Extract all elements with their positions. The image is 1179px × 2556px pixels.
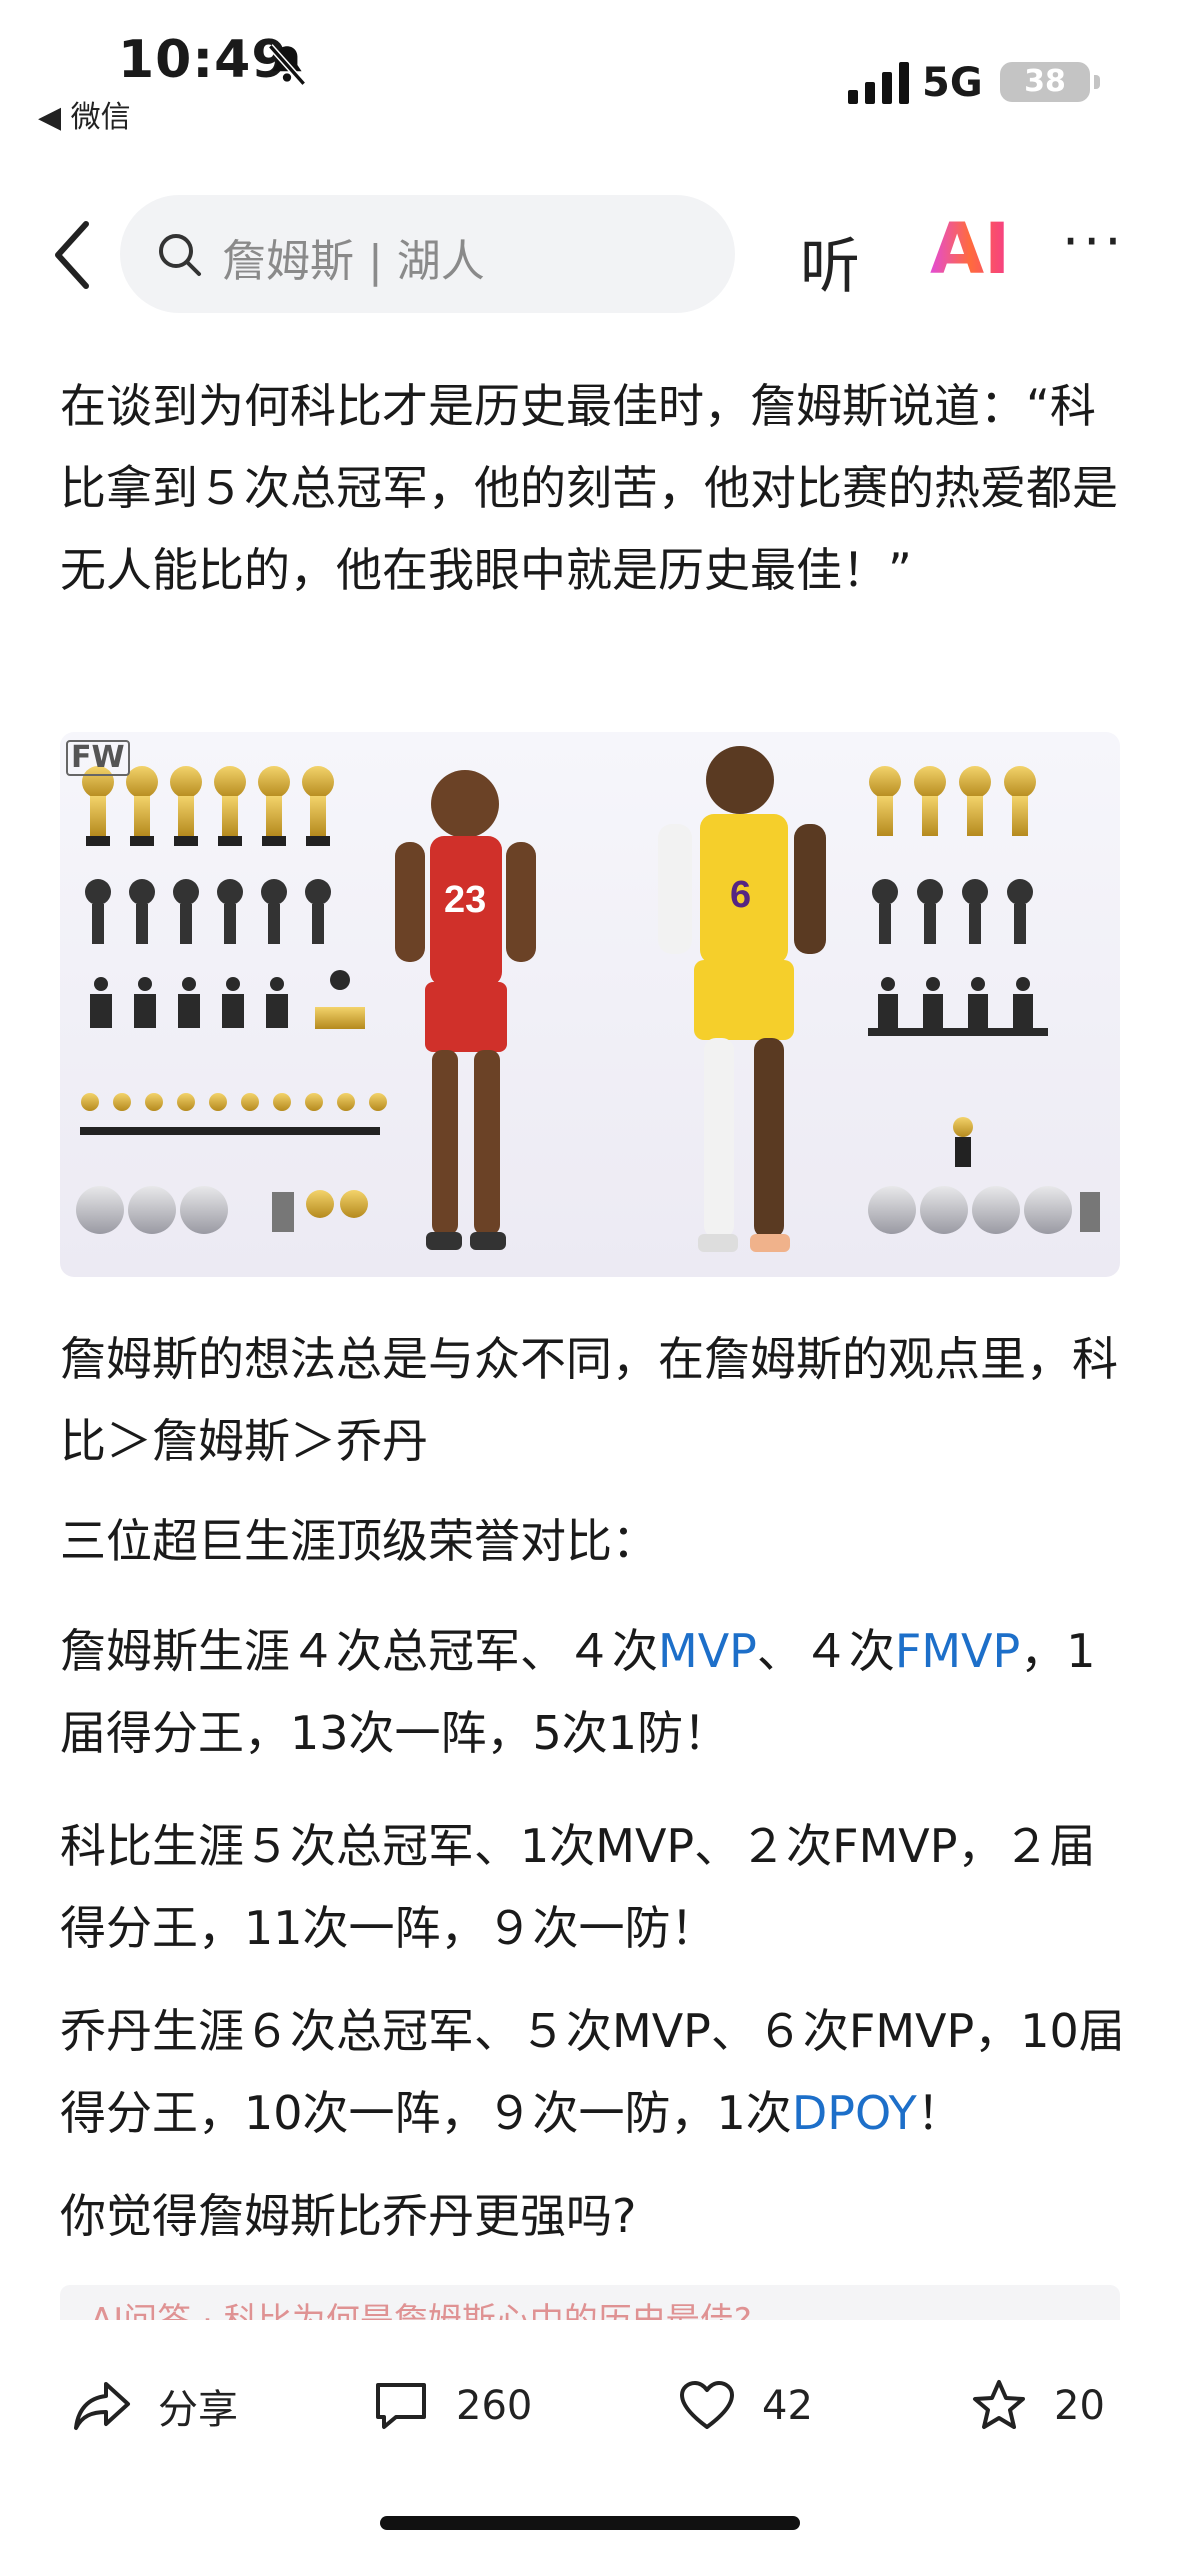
home-indicator[interactable] [380, 2516, 800, 2530]
star-icon [973, 2380, 1025, 2429]
article-paragraph-1: 在谈到为何科比才是历史最佳时，詹姆斯说道：“科比拿到５次总冠军，他的刻苦，他对比… [60, 379, 1118, 597]
search-bar[interactable]: 詹姆斯 | 湖人 [120, 195, 735, 313]
left-mvp-trophies [85, 879, 331, 944]
right-small-trophy [953, 1117, 973, 1167]
like-button[interactable]: 42 [678, 2376, 813, 2436]
right-discs [868, 1186, 1100, 1234]
p6-text-a: 乔丹生涯６次总冠军、５次MVP、６次FMVP，10届得分王，10次一阵，９次一防… [60, 2004, 1125, 2140]
share-icon [74, 2382, 130, 2430]
article-paragraph-5: 科比生涯５次总冠军、1次MVP、２次FMVP，２届得分王，11次一阵，９次一防！ [60, 1819, 1096, 1955]
left-championship-trophies [82, 766, 334, 846]
article-paragraph-2: 詹姆斯的想法总是与众不同，在詹姆斯的观点里，科比＞詹姆斯＞乔丹 [60, 1332, 1118, 1468]
search-query: 詹姆斯 | 湖人 [222, 236, 485, 287]
article-image: 23 6 FW [60, 732, 1120, 1277]
search-icon [159, 234, 201, 276]
left-dpoy-trophies [90, 970, 365, 1029]
comment-icon [376, 2383, 426, 2429]
cellular-signal-icon [848, 62, 909, 104]
p4-text-a: 詹姆斯生涯４次总冠军、４次 [60, 1624, 658, 1678]
related-qa-text: AI问答 · 科比为何是詹姆斯心中的历史最佳? [90, 2301, 752, 2321]
mute-bell-icon [267, 44, 307, 86]
right-mvp-trophies [872, 879, 1033, 944]
network-type: 5G [922, 60, 983, 106]
listen-button[interactable]: 听 [800, 218, 860, 305]
right-dpoy-trophies [868, 977, 1048, 1036]
favorite-count: 20 [1054, 2383, 1105, 2429]
bulls-player-figure: 23 [395, 770, 536, 1250]
mvp-link[interactable]: MVP [658, 1624, 757, 1678]
status-bar: 10:49 ◀ 微信 5G 38 [0, 0, 1179, 150]
fmvp-link[interactable]: FMVP [895, 1624, 1020, 1678]
article-paragraph-3: 三位超巨生涯顶级荣誉对比： [60, 1514, 658, 1568]
share-label: 分享 [158, 2387, 238, 2433]
left-small-trophies [81, 1093, 387, 1111]
favorite-button[interactable]: 20 [970, 2376, 1105, 2436]
p4-text-b: 、４次 [756, 1624, 895, 1678]
comment-button[interactable]: 260 [372, 2376, 532, 2436]
like-count: 42 [762, 2383, 813, 2429]
article-paragraph-7: 你觉得詹姆斯比乔丹更强吗? [60, 2189, 637, 2243]
share-button[interactable]: 分享 [72, 2376, 238, 2436]
lakers-player-figure: 6 [658, 746, 826, 1252]
svg-text:6: 6 [730, 874, 751, 916]
back-to-wechat-link[interactable]: ◀ 微信 [38, 92, 131, 136]
ai-button[interactable]: AI [930, 208, 1010, 290]
back-arrow-icon[interactable] [50, 220, 94, 290]
article-paragraph-6: 乔丹生涯６次总冠军、５次MVP、６次FMVP，10届得分王，10次一阵，９次一防… [60, 1990, 1130, 2154]
trophy-comparison-illustration: 23 6 [76, 746, 1100, 1252]
bottom-action-bar: 分享 260 42 20 [0, 2320, 1179, 2556]
comment-count: 260 [456, 2383, 533, 2429]
heart-icon [680, 2381, 734, 2429]
dpoy-link[interactable]: DPOY [792, 2086, 917, 2140]
battery-cap [1094, 75, 1100, 89]
top-nav: 詹姆斯 | 湖人 听 AI ··· [0, 190, 1179, 320]
svg-text:23: 23 [444, 879, 486, 921]
p6-text-b: ！ [916, 2086, 963, 2140]
battery-level: 38 [1024, 64, 1066, 99]
left-discs [76, 1186, 368, 1234]
battery-icon: 38 [1000, 62, 1090, 102]
right-championship-trophies [869, 766, 1036, 836]
image-watermark: FW [66, 740, 130, 776]
related-qa-card-peek[interactable]: AI问答 · 科比为何是詹姆斯心中的历史最佳? [60, 2285, 1120, 2321]
more-button[interactable]: ··· [1062, 210, 1126, 273]
article-paragraph-4: 詹姆斯生涯４次总冠军、４次MVP、４次FMVP，1届得分王，13次一阵，5次1防… [60, 1610, 1130, 1774]
